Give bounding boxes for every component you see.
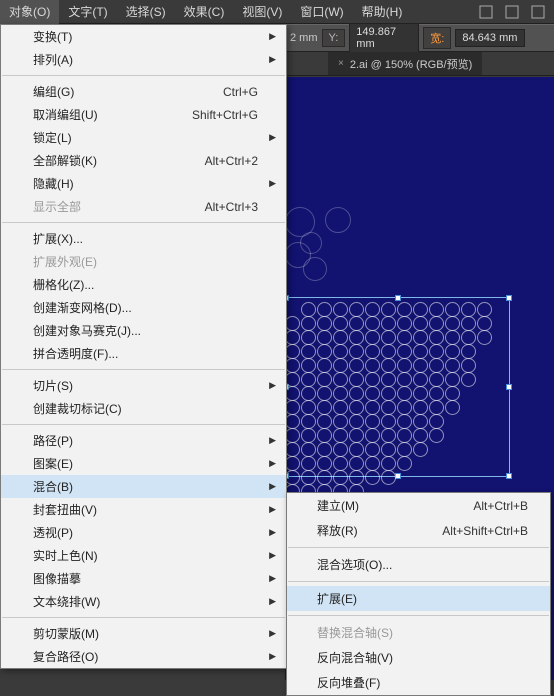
menu-item-label: 变换(T) xyxy=(33,28,72,45)
menu-item-label: 锁定(L) xyxy=(33,129,72,146)
menu-item-label: 剪切蒙版(M) xyxy=(33,625,99,642)
menu-item[interactable]: 文本绕排(W) xyxy=(1,590,286,613)
menu-item-label: 栅格化(Z)... xyxy=(33,276,94,293)
menu-item-label: 排列(A) xyxy=(33,51,73,68)
menu-item[interactable]: 切片(S) xyxy=(1,374,286,397)
menu-item-label: 文本绕排(W) xyxy=(33,593,100,610)
menubar-item[interactable]: 视图(V) xyxy=(233,0,291,24)
menu-item[interactable]: 混合(B) xyxy=(1,475,286,498)
menu-item-label: 建立(M) xyxy=(317,497,359,514)
menu-item-label: 扩展(X)... xyxy=(33,230,83,247)
menu-item-label: 混合选项(O)... xyxy=(317,556,392,573)
menu-item-label: 图像描摹 xyxy=(33,570,81,587)
menu-item: 替换混合轴(S) xyxy=(287,620,550,645)
menu-item[interactable]: 变换(T) xyxy=(1,25,286,48)
tab-title: 2.ai @ 150% (RGB/预览) xyxy=(350,56,472,72)
menu-item-label: 创建渐变网格(D)... xyxy=(33,299,132,316)
menu-item[interactable]: 混合选项(O)... xyxy=(287,552,550,577)
menubar-item[interactable]: 选择(S) xyxy=(117,0,175,24)
menu-item[interactable]: 剪切蒙版(M) xyxy=(1,622,286,645)
menu-item[interactable]: 反向堆叠(F) xyxy=(287,670,550,695)
menu-shortcut: Alt+Ctrl+3 xyxy=(205,200,258,214)
menu-item: 扩展外观(E) xyxy=(1,250,286,273)
menu-item[interactable]: 扩展(E) xyxy=(287,586,550,611)
menu-item[interactable]: 创建裁切标记(C) xyxy=(1,397,286,420)
menu-item-label: 混合(B) xyxy=(33,478,73,495)
menubar-item[interactable]: 文字(T) xyxy=(59,0,116,24)
menu-item-label: 图案(E) xyxy=(33,455,73,472)
menu-item-label: 封套扭曲(V) xyxy=(33,501,97,518)
x-suffix: 2 mm xyxy=(290,32,318,44)
menu-item-label: 扩展外观(E) xyxy=(33,253,97,270)
menu-shortcut: Alt+Shift+Ctrl+B xyxy=(442,524,528,538)
document-tab[interactable]: × 2.ai @ 150% (RGB/预览) xyxy=(328,52,482,75)
menu-item[interactable]: 图像描摹 xyxy=(1,567,286,590)
y-label: Y: xyxy=(322,29,346,47)
menu-shortcut: Shift+Ctrl+G xyxy=(192,108,258,122)
handle[interactable] xyxy=(506,384,512,390)
menu-item-label: 全部解锁(K) xyxy=(33,152,97,169)
menu-item[interactable]: 全部解锁(K) Alt+Ctrl+2 xyxy=(1,149,286,172)
close-icon[interactable]: × xyxy=(338,58,344,69)
width-value[interactable]: 84.643 mm xyxy=(455,29,525,47)
menu-item[interactable]: 建立(M) Alt+Ctrl+B xyxy=(287,493,550,518)
menu-item[interactable]: 排列(A) xyxy=(1,48,286,71)
menu-item-label: 扩展(E) xyxy=(317,590,357,607)
menu-item-label: 切片(S) xyxy=(33,377,73,394)
ruler-icon[interactable] xyxy=(500,2,524,22)
menu-item[interactable]: 编组(G) Ctrl+G xyxy=(1,80,286,103)
menu-item[interactable]: 取消编组(U) Shift+Ctrl+G xyxy=(1,103,286,126)
menu-item[interactable]: 创建渐变网格(D)... xyxy=(1,296,286,319)
object-menu: 变换(T) 排列(A) 编组(G) Ctrl+G 取消编组(U) Shift+Ctrl+G… xyxy=(0,24,287,669)
menu-item-label: 透视(P) xyxy=(33,524,73,541)
menu-item-label: 反向堆叠(F) xyxy=(317,674,380,691)
menu-item[interactable]: 扩展(X)... xyxy=(1,227,286,250)
menu-item[interactable]: 隐藏(H) xyxy=(1,172,286,195)
menu-item[interactable]: 拼合透明度(F)... xyxy=(1,342,286,365)
menu-item[interactable]: 反向混合轴(V) xyxy=(287,645,550,670)
menu-item-label: 取消编组(U) xyxy=(33,106,98,123)
menu-item[interactable]: 封套扭曲(V) xyxy=(1,498,286,521)
y-value[interactable]: 149.867 mm xyxy=(349,23,419,53)
handle[interactable] xyxy=(395,295,401,301)
menubar: 对象(O)文字(T)选择(S)效果(C)视图(V)窗口(W)帮助(H) xyxy=(0,0,554,24)
menubar-item[interactable]: 对象(O) xyxy=(0,0,59,24)
panel-icon[interactable] xyxy=(526,2,550,22)
grid-icon[interactable] xyxy=(474,2,498,22)
menubar-item[interactable]: 窗口(W) xyxy=(291,0,352,24)
menu-item: 显示全部 Alt+Ctrl+3 xyxy=(1,195,286,218)
menu-item[interactable]: 图案(E) xyxy=(1,452,286,475)
menu-shortcut: Ctrl+G xyxy=(223,85,258,99)
menu-item-label: 创建裁切标记(C) xyxy=(33,400,122,417)
menu-item-label: 编组(G) xyxy=(33,83,74,100)
menu-item[interactable]: 创建对象马赛克(J)... xyxy=(1,319,286,342)
menu-item[interactable]: 锁定(L) xyxy=(1,126,286,149)
menu-item-label: 隐藏(H) xyxy=(33,175,74,192)
menubar-item[interactable]: 帮助(H) xyxy=(353,0,412,24)
blend-submenu: 建立(M) Alt+Ctrl+B 释放(R) Alt+Shift+Ctrl+B 混合选项… xyxy=(286,492,551,696)
menu-item-label: 反向混合轴(V) xyxy=(317,649,393,666)
menu-item-label: 显示全部 xyxy=(33,198,81,215)
menubar-item[interactable]: 效果(C) xyxy=(175,0,234,24)
menu-item[interactable]: 实时上色(N) xyxy=(1,544,286,567)
menu-item-label: 创建对象马赛克(J)... xyxy=(33,322,141,339)
menu-item[interactable]: 路径(P) xyxy=(1,429,286,452)
menu-item[interactable]: 栅格化(Z)... xyxy=(1,273,286,296)
menu-item[interactable]: 透视(P) xyxy=(1,521,286,544)
menu-item-label: 复合路径(O) xyxy=(33,648,98,665)
menu-shortcut: Alt+Ctrl+B xyxy=(473,499,528,513)
menu-item[interactable]: 释放(R) Alt+Shift+Ctrl+B xyxy=(287,518,550,543)
handle[interactable] xyxy=(506,473,512,479)
menu-item-label: 替换混合轴(S) xyxy=(317,624,393,641)
width-label: 宽: xyxy=(423,27,451,49)
menu-shortcut: Alt+Ctrl+2 xyxy=(205,154,258,168)
menu-item[interactable]: 复合路径(O) xyxy=(1,645,286,668)
menu-item-label: 释放(R) xyxy=(317,522,358,539)
menu-item-label: 拼合透明度(F)... xyxy=(33,345,118,362)
menu-item-label: 路径(P) xyxy=(33,432,73,449)
menu-item-label: 实时上色(N) xyxy=(33,547,98,564)
handle[interactable] xyxy=(506,295,512,301)
